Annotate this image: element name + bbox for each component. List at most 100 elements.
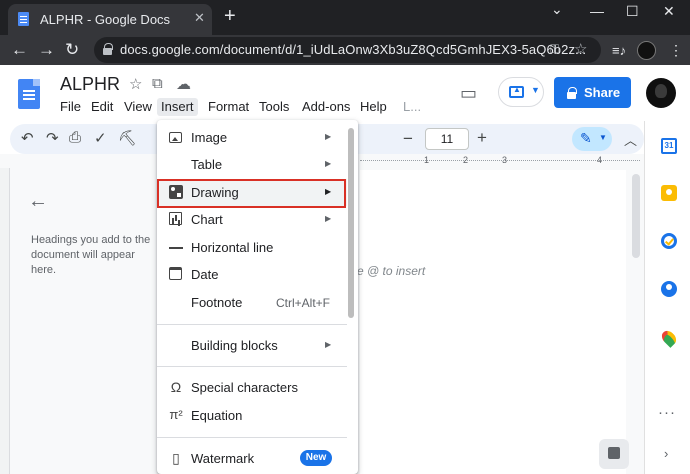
browser-address-bar: ← → ↻ docs.google.com/document/d/1_iUdLa… <box>0 35 690 65</box>
menu-format[interactable]: Format <box>208 99 249 114</box>
omnibox[interactable]: docs.google.com/document/d/1_iUdLaOnw3Xb… <box>94 37 601 63</box>
new-tab-button[interactable]: + <box>224 6 236 26</box>
browser-tab[interactable]: ALPHR - Google Docs ✕ <box>8 4 212 35</box>
lock-icon[interactable] <box>103 43 113 55</box>
submenu-arrow-icon: ▶ <box>325 132 332 141</box>
menu-item-date[interactable]: Date <box>157 261 347 288</box>
menu-help[interactable]: Help <box>360 99 387 114</box>
font-size-input[interactable]: 11 <box>425 128 469 150</box>
menu-item-label: Date <box>191 267 219 282</box>
bookmark-star-icon[interactable]: ☆ <box>574 40 587 58</box>
menu-item-label: Table <box>191 157 223 172</box>
omega-icon: Ω <box>170 379 182 395</box>
star-icon[interactable]: ☆ <box>129 75 142 93</box>
comment-history-icon[interactable]: ▭ <box>460 83 477 104</box>
hide-menus-icon[interactable]: ︿ <box>624 130 637 149</box>
decrease-font-size-button[interactable]: − <box>403 129 413 149</box>
ruler-mark: 1 <box>424 155 430 165</box>
increase-font-size-button[interactable]: + <box>477 128 487 148</box>
menu-edit[interactable]: Edit <box>91 99 113 114</box>
reload-icon[interactable]: ↻ <box>65 40 79 60</box>
ruler-mark: 2 <box>463 155 469 165</box>
lock-icon <box>567 87 577 99</box>
menu-tools[interactable]: Tools <box>259 99 289 114</box>
forward-arrow-icon[interactable]: → <box>38 40 55 60</box>
tasks-icon[interactable] <box>661 233 677 249</box>
menu-insert[interactable]: Insert <box>157 98 198 116</box>
watermark-icon: ▯ <box>172 450 180 466</box>
present-icon <box>509 85 524 98</box>
url-text: docs.google.com/document/d/1_iUdLaOnw3Xb… <box>120 42 587 57</box>
maximize-button[interactable]: ☐ <box>626 3 639 20</box>
menu-divider <box>157 324 347 325</box>
ruler-mark: 3 <box>502 155 508 165</box>
move-folder-icon[interactable]: ⧉ <box>152 75 163 92</box>
document-page[interactable] <box>360 170 626 474</box>
account-avatar[interactable] <box>646 78 676 108</box>
menu-scrollbar[interactable] <box>348 128 354 318</box>
menu-item-label: Horizontal line <box>191 240 274 255</box>
calendar-icon[interactable]: 31 <box>661 138 677 154</box>
back-arrow-icon[interactable]: ← <box>11 40 28 60</box>
chrome-menu-icon[interactable]: ⋮ <box>669 42 683 59</box>
menu-item-label: Building blocks <box>191 338 278 353</box>
menu-item-chart[interactable]: Chart ▶ <box>157 206 347 233</box>
docs-header: ALPHR ☆ ⧉ ☁ File Edit View Insert Format… <box>0 65 690 121</box>
menu-item-footnote[interactable]: Footnote Ctrl+Alt+F <box>157 289 347 316</box>
submenu-arrow-icon: ▶ <box>325 159 332 168</box>
outline-placeholder: Headings you add to the document will ap… <box>31 234 151 276</box>
menu-item-watermark[interactable]: ▯ Watermark New <box>157 445 347 472</box>
more-icon[interactable]: ··· <box>658 404 676 421</box>
share-label: Share <box>584 85 621 100</box>
tab-close-icon[interactable]: ✕ <box>194 10 205 26</box>
menu-item-equation[interactable]: π² Equation <box>157 402 347 429</box>
ruler-mark: 4 <box>597 155 603 165</box>
cloud-status-icon[interactable]: ☁ <box>176 75 191 93</box>
pencil-icon: ✎ <box>580 130 592 146</box>
key-icon[interactable]: ⚿ <box>550 42 559 57</box>
expand-panel-icon[interactable]: › <box>664 446 668 461</box>
keep-icon[interactable] <box>661 185 677 201</box>
print-icon[interactable]: ⎙ <box>69 129 81 146</box>
menu-item-building-blocks[interactable]: Building blocks ▶ <box>157 332 347 359</box>
docs-favicon-icon <box>18 12 29 26</box>
menu-last-edit[interactable]: L... <box>403 99 421 114</box>
menu-file[interactable]: File <box>60 99 81 114</box>
maps-icon[interactable] <box>659 328 679 348</box>
keyboard-shortcut: Ctrl+Alt+F <box>276 296 331 310</box>
docs-logo-icon[interactable] <box>18 79 40 109</box>
contacts-icon[interactable] <box>661 281 677 297</box>
menu-item-image[interactable]: Image ▶ <box>157 124 347 151</box>
spellcheck-icon[interactable]: ✓ <box>94 129 107 147</box>
menu-item-special-characters[interactable]: Ω Special characters <box>157 374 347 401</box>
drawing-highlight-outline <box>157 179 346 208</box>
menu-divider <box>157 437 347 438</box>
document-scrollbar[interactable] <box>632 174 640 258</box>
menu-view[interactable]: View <box>124 99 152 114</box>
horizontal-line-icon <box>169 247 183 249</box>
menu-item-table[interactable]: Table ▶ <box>157 151 347 178</box>
redo-icon[interactable]: ↷ <box>46 129 59 147</box>
editing-mode-button[interactable]: ✎ ▼ <box>572 127 612 151</box>
present-button[interactable]: ▼ <box>498 77 544 107</box>
pi-icon: π² <box>169 407 183 422</box>
menu-item-horizontal-line[interactable]: Horizontal line <box>157 234 347 261</box>
document-title[interactable]: ALPHR <box>60 74 120 95</box>
explore-button[interactable] <box>599 439 629 469</box>
new-badge: New <box>300 450 332 466</box>
undo-icon[interactable]: ↶ <box>21 129 34 147</box>
media-control-icon[interactable]: ≡♪ <box>612 43 626 58</box>
close-outline-arrow-icon[interactable]: ← <box>28 190 48 213</box>
minimize-button[interactable]: — <box>590 3 604 19</box>
chevron-down-icon: ▼ <box>531 85 540 95</box>
chrome-profile-avatar[interactable] <box>637 41 656 60</box>
menu-item-label: Special characters <box>191 380 298 395</box>
calendar-icon <box>169 267 182 280</box>
vertical-ruler <box>0 168 10 474</box>
paint-format-icon[interactable]: ⛏ <box>118 129 137 147</box>
menu-addons[interactable]: Add-ons <box>302 99 350 114</box>
tab-search-icon[interactable]: ⌄ <box>551 1 563 18</box>
tab-title: ALPHR - Google Docs <box>40 12 171 27</box>
share-button[interactable]: Share <box>554 77 631 108</box>
close-window-button[interactable]: ✕ <box>663 3 675 20</box>
